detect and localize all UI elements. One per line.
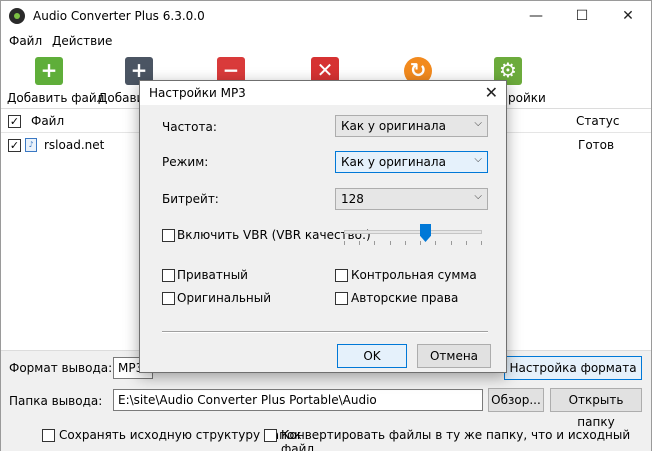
settings-label: ройки: [508, 91, 546, 105]
app-logo-icon: [9, 8, 25, 24]
chevron-down-icon: ⌵: [474, 154, 482, 165]
chevron-down-icon: ⌵: [474, 191, 482, 202]
dialog-divider: [162, 331, 488, 333]
format-label: Формат вывода:: [9, 361, 113, 375]
bitrate-label: Битрейт:: [162, 192, 219, 206]
frequency-value: Как у оригинала: [341, 119, 446, 133]
title-bar: Audio Converter Plus 6.3.0.0 — ☐ ✕: [1, 1, 651, 31]
row-checkbox[interactable]: ✓: [8, 139, 21, 152]
private-label: Приватный: [177, 268, 248, 282]
slider-thumb[interactable]: [420, 224, 431, 242]
slider-tick: [359, 241, 360, 245]
mode-select[interactable]: Как у оригинала ⌵: [335, 151, 488, 173]
slider-tick: [344, 241, 345, 245]
row-file-name: rsload.net: [44, 138, 105, 152]
add-file-button[interactable]: + Добавить файл: [7, 57, 104, 107]
slider-tick: [374, 241, 375, 245]
slider-tick: [435, 241, 436, 245]
private-checkbox[interactable]: [162, 269, 175, 282]
dialog-title: Настройки MP3: [149, 86, 246, 100]
slider-tick: [451, 241, 452, 245]
vbr-quality-slider[interactable]: [344, 221, 482, 247]
ok-button[interactable]: OK: [337, 344, 407, 368]
slider-track: [344, 230, 482, 234]
minimize-button[interactable]: —: [513, 1, 559, 31]
bitrate-select[interactable]: 128 ⌵: [335, 188, 488, 210]
format-settings-button[interactable]: Настройка формата: [504, 356, 642, 380]
frequency-label: Частота:: [162, 120, 217, 134]
copyright-label: Авторские права: [351, 291, 459, 305]
column-status[interactable]: Статус: [576, 114, 619, 128]
vbr-checkbox[interactable]: [162, 229, 175, 242]
same-folder-label: Конвертировать файлы в ту же папку, что …: [281, 428, 631, 451]
select-all-checkbox[interactable]: ✓: [8, 115, 21, 128]
slider-tick: [481, 241, 482, 245]
slider-tick: [390, 241, 391, 245]
bitrate-value: 128: [341, 192, 364, 206]
mode-value: Как у оригинала: [341, 155, 446, 169]
checksum-label: Контрольная сумма: [351, 268, 477, 282]
audio-file-icon: ♪: [25, 138, 37, 152]
output-folder-input[interactable]: E:\site\Audio Converter Plus Portable\Au…: [113, 389, 483, 411]
folder-label: Папка вывода:: [9, 394, 103, 408]
add-file-label: Добавить файл: [7, 91, 105, 105]
dialog-title-bar: Настройки MP3 ✕: [140, 81, 506, 105]
menu-file[interactable]: Файл: [9, 34, 42, 48]
add-file-icon: +: [35, 57, 63, 85]
slider-tick: [466, 241, 467, 245]
mp3-settings-dialog: Настройки MP3 ✕ Частота: Как у оригинала…: [139, 80, 507, 373]
vbr-label: Включить VBR (VBR качество:): [177, 228, 371, 242]
frequency-select[interactable]: Как у оригинала ⌵: [335, 115, 488, 137]
copyright-checkbox[interactable]: [335, 292, 348, 305]
original-label: Оригинальный: [177, 291, 272, 305]
column-file[interactable]: Файл: [31, 114, 64, 128]
chevron-down-icon: ⌵: [474, 118, 482, 129]
checksum-checkbox[interactable]: [335, 269, 348, 282]
browse-button[interactable]: Обзор...: [488, 388, 544, 412]
mode-label: Режим:: [162, 155, 209, 169]
maximize-button[interactable]: ☐: [559, 1, 605, 31]
close-button[interactable]: ✕: [605, 1, 651, 31]
same-folder-checkbox[interactable]: [264, 429, 277, 442]
slider-tick: [405, 241, 406, 245]
slider-tick: [420, 241, 421, 245]
menu-action[interactable]: Действие: [52, 34, 112, 48]
menu-bar: Файл Действие: [1, 31, 651, 51]
keep-structure-checkbox[interactable]: [42, 429, 55, 442]
dialog-close-icon[interactable]: ✕: [485, 83, 498, 102]
row-status: Готов: [578, 138, 615, 152]
original-checkbox[interactable]: [162, 292, 175, 305]
window-title: Audio Converter Plus 6.3.0.0: [33, 9, 205, 23]
cancel-button[interactable]: Отмена: [417, 344, 491, 368]
open-folder-button[interactable]: Открыть папку: [550, 388, 642, 429]
